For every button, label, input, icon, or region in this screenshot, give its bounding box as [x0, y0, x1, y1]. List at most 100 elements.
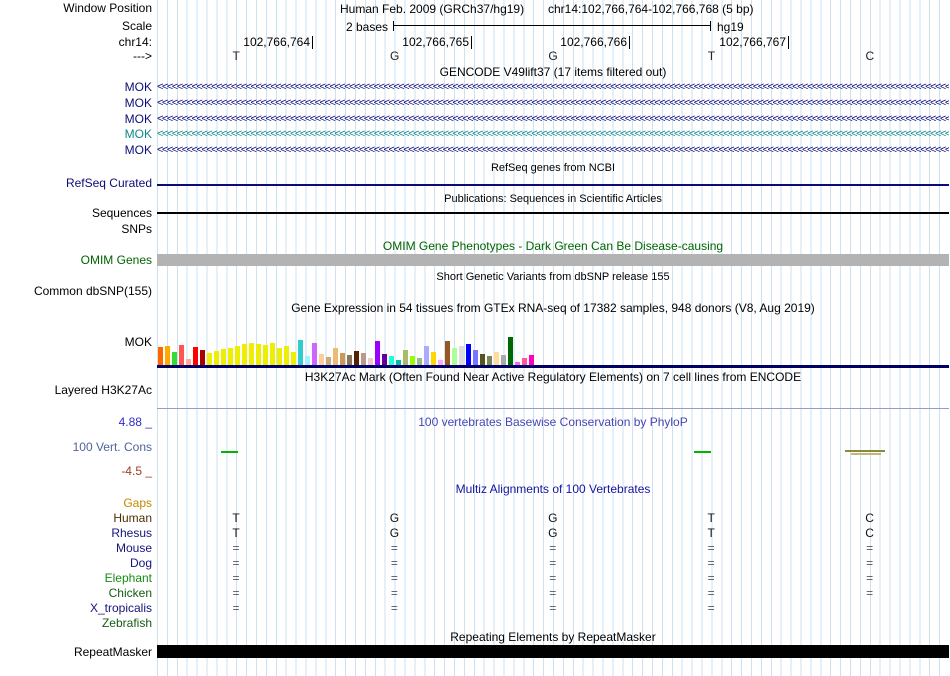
gtex-tissue-bar[interactable]: [417, 358, 422, 365]
transcript-arrow-line[interactable]: <<<<<<<<<<<<<<<<<<<<<<<<<<<<<<<<<<<<<<<<…: [157, 113, 949, 126]
gtex-tissue-bar[interactable]: [382, 354, 387, 365]
gtex-tissue-bar[interactable]: [361, 353, 366, 365]
gtex-tissue-bar[interactable]: [452, 348, 457, 365]
multiz-species-row[interactable]: Mouse = = = = =: [0, 541, 950, 556]
gtex-tissue-bar[interactable]: [424, 346, 429, 365]
gtex-baseline[interactable]: [157, 365, 949, 368]
multiz-species-row[interactable]: Dog = = = = =: [0, 556, 950, 571]
transcript-arrow-line[interactable]: <<<<<<<<<<<<<<<<<<<<<<<<<<<<<<<<<<<<<<<<…: [157, 81, 949, 94]
multiz-species-row[interactable]: Elephant = = = = =: [0, 571, 950, 586]
dbsnp-label[interactable]: Common dbSNP(155): [0, 285, 152, 298]
h3k27ac-title[interactable]: H3K27Ac Mark (Often Found Near Active Re…: [157, 371, 949, 384]
gtex-tissue-bar[interactable]: [312, 343, 317, 365]
phylop-mark[interactable]: [694, 451, 711, 453]
multiz-species-row[interactable]: Human T G G T C: [0, 511, 950, 526]
gencode-item-label[interactable]: MOK: [0, 113, 152, 126]
gtex-tissue-bar[interactable]: [354, 351, 359, 365]
gtex-tissue-bar[interactable]: [431, 352, 436, 365]
gtex-tissue-bar[interactable]: [319, 354, 324, 365]
gtex-tissue-bar[interactable]: [487, 356, 492, 365]
phylop-mark[interactable]: [221, 451, 238, 453]
gtex-tissue-bar[interactable]: [340, 353, 345, 365]
species-label[interactable]: Gaps: [0, 496, 152, 511]
sequences-line[interactable]: [157, 212, 949, 214]
gencode-title[interactable]: GENCODE V49lift37 (17 items filtered out…: [157, 66, 949, 79]
gtex-tissue-bar[interactable]: [193, 347, 198, 365]
repeatmasker-bar[interactable]: [157, 645, 949, 658]
repeatmasker-title[interactable]: Repeating Elements by RepeatMasker: [157, 631, 949, 644]
species-label[interactable]: Human: [0, 511, 152, 526]
phylop-title[interactable]: 100 vertebrates Basewise Conservation by…: [157, 416, 949, 429]
repeatmasker-label[interactable]: RepeatMasker: [0, 646, 152, 659]
gtex-tissue-bar[interactable]: [403, 350, 408, 365]
species-label[interactable]: Dog: [0, 556, 152, 571]
gtex-tissue-bar[interactable]: [270, 343, 275, 365]
transcript-arrow-line[interactable]: <<<<<<<<<<<<<<<<<<<<<<<<<<<<<<<<<<<<<<<<…: [157, 144, 949, 157]
gtex-tissue-bar[interactable]: [228, 348, 233, 365]
gencode-transcript-row[interactable]: MOK <<<<<<<<<<<<<<<<<<<<<<<<<<<<<<<<<<<<<…: [0, 113, 950, 126]
gtex-tissue-bar[interactable]: [445, 341, 450, 365]
gencode-item-label[interactable]: MOK: [0, 128, 152, 141]
species-label[interactable]: Rhesus: [0, 526, 152, 541]
omim-genes-bar[interactable]: [157, 254, 949, 266]
gtex-tissue-bar[interactable]: [158, 347, 163, 365]
species-label[interactable]: Chicken: [0, 586, 152, 601]
sequences-label[interactable]: Sequences: [0, 207, 152, 220]
phylop-mark[interactable]: [845, 450, 885, 452]
gencode-transcript-row[interactable]: MOK <<<<<<<<<<<<<<<<<<<<<<<<<<<<<<<<<<<<<…: [0, 128, 950, 141]
gtex-tissue-bar[interactable]: [200, 350, 205, 365]
gencode-item-label[interactable]: MOK: [0, 144, 152, 157]
publications-title[interactable]: Publications: Sequences in Scientific Ar…: [157, 193, 949, 206]
gtex-tissue-bar[interactable]: [221, 349, 226, 365]
omim-genes-label[interactable]: OMIM Genes: [0, 254, 152, 267]
gtex-tissue-bar[interactable]: [494, 352, 499, 365]
gencode-item-label[interactable]: MOK: [0, 81, 152, 94]
multiz-species-row[interactable]: Gaps: [0, 496, 950, 511]
gtex-tissue-bar[interactable]: [172, 352, 177, 365]
gtex-tissue-bar[interactable]: [347, 355, 352, 365]
cons-track-label[interactable]: 100 Vert. Cons: [0, 441, 152, 454]
gtex-tissue-bar[interactable]: [207, 353, 212, 365]
multiz-species-row[interactable]: Zebrafish: [0, 616, 950, 631]
gtex-tissue-bar[interactable]: [277, 348, 282, 365]
gtex-tissue-bar[interactable]: [368, 358, 373, 365]
gtex-track-label[interactable]: MOK: [0, 336, 152, 349]
omim-title[interactable]: OMIM Gene Phenotypes - Dark Green Can Be…: [157, 240, 949, 253]
gencode-transcript-row[interactable]: MOK <<<<<<<<<<<<<<<<<<<<<<<<<<<<<<<<<<<<<…: [0, 144, 950, 157]
gtex-bars[interactable]: [158, 330, 534, 365]
gencode-item-label[interactable]: MOK: [0, 97, 152, 110]
gtex-tissue-bar[interactable]: [522, 358, 527, 365]
gtex-tissue-bar[interactable]: [508, 337, 513, 365]
species-label[interactable]: Elephant: [0, 571, 152, 586]
species-label[interactable]: X_tropicalis: [0, 601, 152, 616]
multiz-species-row[interactable]: Rhesus T G G T C: [0, 526, 950, 541]
gtex-title[interactable]: Gene Expression in 54 tissues from GTEx …: [157, 302, 949, 315]
gtex-tissue-bar[interactable]: [480, 354, 485, 365]
gtex-tissue-bar[interactable]: [466, 344, 471, 365]
gtex-tissue-bar[interactable]: [165, 346, 170, 365]
gencode-transcript-row[interactable]: MOK <<<<<<<<<<<<<<<<<<<<<<<<<<<<<<<<<<<<<…: [0, 97, 950, 110]
gencode-transcript-row[interactable]: MOK <<<<<<<<<<<<<<<<<<<<<<<<<<<<<<<<<<<<<…: [0, 81, 950, 94]
gtex-tissue-bar[interactable]: [235, 346, 240, 365]
refseq-curated-line[interactable]: [157, 184, 949, 186]
h3k27ac-line[interactable]: [157, 408, 949, 409]
transcript-arrow-line[interactable]: <<<<<<<<<<<<<<<<<<<<<<<<<<<<<<<<<<<<<<<<…: [157, 97, 949, 110]
gtex-tissue-bar[interactable]: [284, 346, 289, 365]
gtex-tissue-bar[interactable]: [214, 351, 219, 365]
gtex-tissue-bar[interactable]: [298, 340, 303, 365]
gtex-tissue-bar[interactable]: [256, 344, 261, 365]
snps-label[interactable]: SNPs: [0, 223, 152, 236]
gtex-tissue-bar[interactable]: [179, 345, 184, 365]
gtex-tissue-bar[interactable]: [263, 345, 268, 365]
gtex-tissue-bar[interactable]: [291, 352, 296, 365]
gtex-tissue-bar[interactable]: [473, 350, 478, 365]
gtex-tissue-bar[interactable]: [459, 346, 464, 365]
gtex-tissue-bar[interactable]: [410, 356, 415, 365]
multiz-species-row[interactable]: Chicken = = = = =: [0, 586, 950, 601]
species-label[interactable]: Mouse: [0, 541, 152, 556]
refseq-title[interactable]: RefSeq genes from NCBI: [157, 162, 949, 175]
phylop-mark[interactable]: [851, 453, 881, 455]
refseq-curated-label[interactable]: RefSeq Curated: [0, 177, 152, 190]
transcript-arrow-line[interactable]: <<<<<<<<<<<<<<<<<<<<<<<<<<<<<<<<<<<<<<<<…: [157, 128, 949, 141]
gtex-tissue-bar[interactable]: [242, 344, 247, 365]
